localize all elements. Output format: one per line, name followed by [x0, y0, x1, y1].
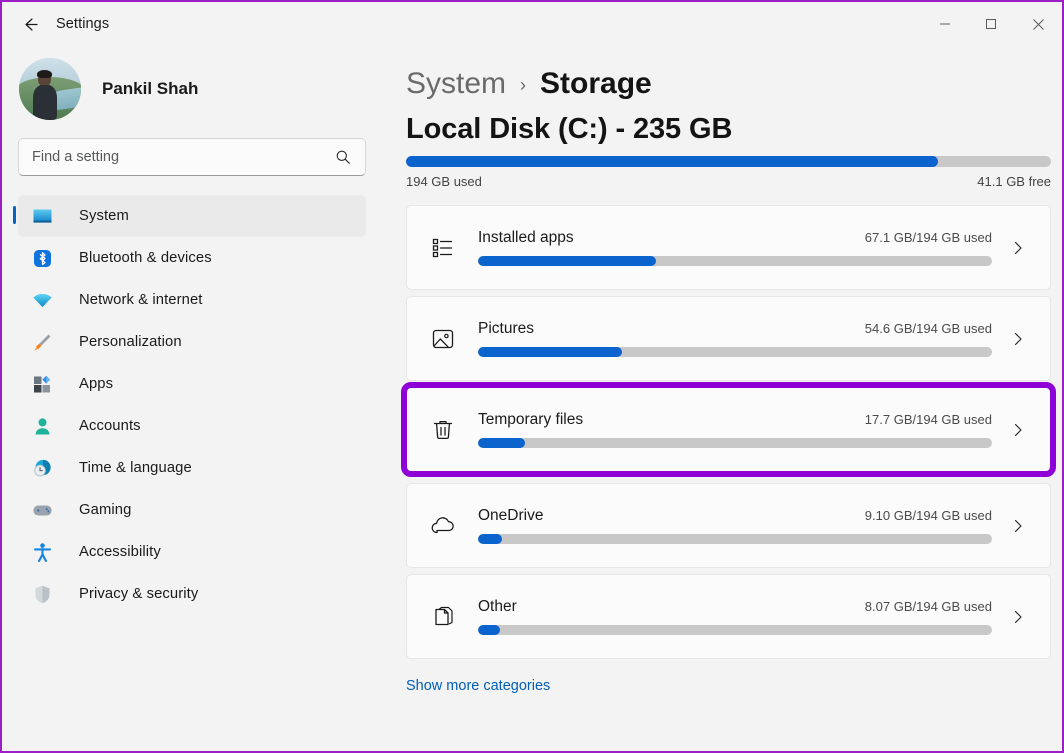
close-icon: [1032, 18, 1045, 31]
sidebar-nav: System Bluetooth & devices: [18, 195, 382, 615]
chevron-right-icon[interactable]: [1002, 422, 1034, 438]
show-more-categories-link[interactable]: Show more categories: [406, 678, 550, 694]
sidebar-item-personalization[interactable]: Personalization: [18, 321, 366, 363]
storage-card-bar-fill: [478, 625, 500, 635]
person-icon: [30, 414, 54, 438]
chevron-right-icon[interactable]: [1002, 240, 1034, 256]
clock-globe-icon: [30, 456, 54, 480]
storage-card-usage: 67.1 GB/194 GB used: [865, 230, 992, 245]
close-button[interactable]: [1014, 2, 1062, 46]
breadcrumb: System › Storage: [406, 64, 1048, 104]
app-title: Settings: [56, 16, 109, 32]
storage-card-bar-fill: [478, 256, 656, 266]
storage-card-name: Other: [478, 598, 517, 616]
disk-usage-summary: 194 GB used 41.1 GB free: [406, 156, 1051, 189]
storage-card-bar: [478, 256, 992, 266]
storage-card-other[interactable]: Other 8.07 GB/194 GB used: [406, 574, 1051, 659]
sidebar-item-label: Bluetooth & devices: [79, 250, 212, 266]
storage-card-usage: 54.6 GB/194 GB used: [865, 321, 992, 336]
disk-usage-bar: [406, 156, 1051, 167]
storage-card-bar: [478, 625, 992, 635]
paintbrush-icon: [30, 330, 54, 354]
disk-used-label: 194 GB used: [406, 174, 482, 189]
storage-card-onedrive[interactable]: OneDrive 9.10 GB/194 GB used: [406, 483, 1051, 568]
trash-icon: [427, 414, 459, 446]
sidebar-item-time-language[interactable]: Time & language: [18, 447, 366, 489]
sidebar-item-bluetooth-devices[interactable]: Bluetooth & devices: [18, 237, 366, 279]
storage-card-bar: [478, 534, 992, 544]
back-button[interactable]: [12, 9, 48, 39]
chevron-right-icon: ›: [520, 65, 526, 105]
picture-icon: [427, 323, 459, 355]
storage-card-usage: 9.10 GB/194 GB used: [865, 508, 992, 523]
bluetooth-icon: [30, 246, 54, 270]
sidebar-item-label: Privacy & security: [79, 586, 198, 602]
sidebar-item-network-internet[interactable]: Network & internet: [18, 279, 366, 321]
sidebar-item-system[interactable]: System: [18, 195, 366, 237]
minimize-button[interactable]: [922, 2, 968, 46]
storage-card-name: Pictures: [478, 320, 534, 338]
search-box[interactable]: [18, 138, 366, 176]
storage-card-usage: 8.07 GB/194 GB used: [865, 599, 992, 614]
storage-category-list: Installed apps 67.1 GB/194 GB used: [406, 205, 1051, 695]
sidebar-item-accessibility[interactable]: Accessibility: [18, 531, 366, 573]
window-body: Pankil Shah: [2, 46, 1062, 753]
sidebar-item-label: Accessibility: [79, 544, 161, 560]
maximize-button[interactable]: [968, 2, 1014, 46]
sidebar: Pankil Shah: [2, 46, 382, 753]
storage-card-bar-fill: [478, 534, 502, 544]
monitor-icon: [30, 204, 54, 228]
breadcrumb-parent[interactable]: System: [406, 64, 506, 104]
profile-name: Pankil Shah: [102, 79, 198, 99]
gamepad-icon: [30, 498, 54, 522]
disk-free-label: 41.1 GB free: [977, 174, 1051, 189]
back-arrow-icon: [21, 15, 40, 34]
window-controls: [922, 2, 1062, 46]
chevron-right-icon[interactable]: [1002, 518, 1034, 534]
sidebar-item-label: Personalization: [79, 334, 182, 350]
disk-usage-bar-fill: [406, 156, 938, 167]
storage-card-pictures[interactable]: Pictures 54.6 GB/194 GB used: [406, 296, 1051, 381]
storage-card-temporary-files[interactable]: Temporary files 17.7 GB/194 GB used: [406, 387, 1051, 472]
sidebar-item-label: Accounts: [79, 418, 141, 434]
chevron-right-icon[interactable]: [1002, 331, 1034, 347]
document-stack-icon: [427, 601, 459, 633]
sidebar-item-privacy-security[interactable]: Privacy & security: [18, 573, 366, 615]
storage-card-bar-fill: [478, 438, 525, 448]
breadcrumb-current: Storage: [540, 64, 652, 104]
search-icon: [335, 149, 365, 165]
maximize-icon: [985, 18, 997, 30]
accessibility-person-icon: [30, 540, 54, 564]
sidebar-item-label: Time & language: [79, 460, 192, 476]
user-profile[interactable]: Pankil Shah: [18, 46, 382, 132]
sidebar-item-label: System: [79, 208, 129, 224]
storage-card-bar: [478, 347, 992, 357]
minimize-icon: [939, 18, 951, 30]
sidebar-item-accounts[interactable]: Accounts: [18, 405, 366, 447]
storage-card-bar: [478, 438, 992, 448]
wifi-icon: [30, 288, 54, 312]
shield-icon: [30, 582, 54, 606]
settings-window: Settings: [0, 0, 1064, 753]
storage-card-name: Temporary files: [478, 411, 583, 429]
sidebar-item-label: Apps: [79, 376, 113, 392]
cloud-icon: [427, 510, 459, 542]
storage-card-installed-apps[interactable]: Installed apps 67.1 GB/194 GB used: [406, 205, 1051, 290]
chevron-right-icon[interactable]: [1002, 609, 1034, 625]
main-content: System › Storage Local Disk (C:) - 235 G…: [382, 46, 1062, 753]
sidebar-item-apps[interactable]: Apps: [18, 363, 366, 405]
title-bar: Settings: [2, 2, 1062, 46]
list-apps-icon: [427, 232, 459, 264]
page-title: Local Disk (C:) - 235 GB: [406, 110, 1048, 148]
storage-card-bar-fill: [478, 347, 622, 357]
search-input[interactable]: [19, 149, 335, 165]
storage-card-name: Installed apps: [478, 229, 574, 247]
user-avatar-photo: [19, 58, 81, 120]
apps-blocks-icon: [30, 372, 54, 396]
sidebar-item-label: Network & internet: [79, 292, 203, 308]
sidebar-item-gaming[interactable]: Gaming: [18, 489, 366, 531]
storage-card-usage: 17.7 GB/194 GB used: [865, 412, 992, 427]
sidebar-item-label: Gaming: [79, 502, 131, 518]
storage-card-name: OneDrive: [478, 507, 543, 525]
